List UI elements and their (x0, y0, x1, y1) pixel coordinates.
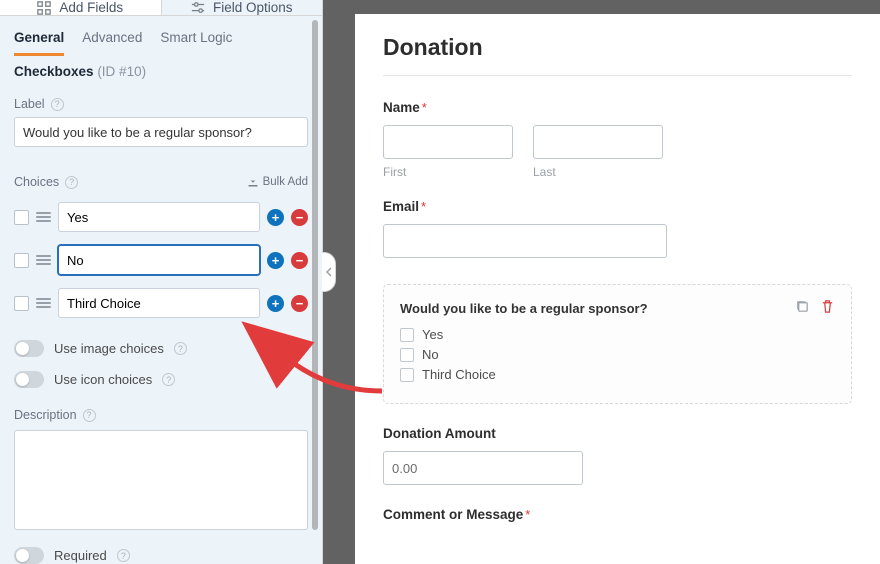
panel-top-tabs: Add Fields Field Options (0, 0, 322, 16)
panel-sub-tabs: General Advanced Smart Logic (0, 16, 322, 56)
bulk-add-button[interactable]: Bulk Add (247, 176, 308, 188)
checkbox-icon (400, 348, 414, 362)
field-label-input[interactable] (14, 117, 308, 147)
remove-choice-button[interactable]: − (291, 209, 308, 226)
use-image-toggle[interactable] (14, 340, 44, 357)
email-input[interactable] (383, 224, 667, 258)
required-label: Required (54, 548, 107, 563)
choice-row: + − (14, 245, 308, 275)
help-icon[interactable]: ? (162, 373, 175, 386)
checkbox-icon (400, 328, 414, 342)
first-name-input[interactable] (383, 125, 513, 159)
tab-general[interactable]: General (14, 24, 64, 56)
checkbox-option-label: Yes (422, 327, 443, 342)
description-label: Description (14, 408, 77, 422)
use-icon-label: Use icon choices (54, 372, 152, 387)
required-mark: * (422, 100, 427, 115)
help-icon[interactable]: ? (51, 98, 64, 111)
tab-field-options[interactable]: Field Options (162, 0, 323, 16)
checkbox-group-title: Would you like to be a regular sponsor? (400, 301, 648, 316)
use-icon-toggle[interactable] (14, 371, 44, 388)
checkbox-option[interactable]: Yes (400, 327, 835, 342)
choice-row: + − (14, 288, 308, 318)
last-sublabel: Last (533, 165, 663, 179)
tab-smart-logic[interactable]: Smart Logic (160, 24, 232, 56)
choice-default-checkbox[interactable] (14, 210, 29, 225)
collapse-panel-button[interactable] (322, 252, 336, 292)
tab-add-fields-label: Add Fields (59, 0, 123, 15)
help-icon[interactable]: ? (65, 176, 78, 189)
tab-add-fields[interactable]: Add Fields (0, 0, 162, 16)
drag-handle-icon[interactable] (36, 298, 51, 308)
required-mark: * (421, 199, 426, 214)
field-type-name: Checkboxes (14, 64, 94, 79)
amount-input[interactable] (383, 451, 583, 485)
choice-default-checkbox[interactable] (14, 253, 29, 268)
remove-choice-button[interactable]: − (291, 252, 308, 269)
use-image-label: Use image choices (54, 341, 164, 356)
sliders-icon (191, 1, 205, 15)
download-icon (247, 176, 259, 188)
preview-pane: Donation Name* First Last Email* (323, 0, 880, 564)
label-text: Label (14, 97, 45, 111)
checkbox-option-label: Third Choice (422, 367, 496, 382)
checkbox-option[interactable]: Third Choice (400, 367, 835, 382)
tab-field-options-label: Field Options (213, 0, 293, 15)
name-label: Name (383, 100, 420, 115)
choice-input[interactable] (58, 202, 260, 232)
field-type-row: Checkboxes (ID #10) (0, 56, 322, 83)
choice-input[interactable] (58, 245, 260, 275)
add-choice-button[interactable]: + (267, 295, 284, 312)
choice-default-checkbox[interactable] (14, 296, 29, 311)
help-icon[interactable]: ? (174, 342, 187, 355)
form-title: Donation (383, 34, 852, 61)
comment-label: Comment or Message (383, 507, 523, 522)
divider (383, 75, 852, 76)
checkbox-field-preview[interactable]: Would you like to be a regular sponsor? … (383, 284, 852, 404)
add-choice-button[interactable]: + (267, 209, 284, 226)
label-header: Label ? (14, 97, 308, 111)
field-options-panel: Add Fields Field Options General Advance… (0, 0, 323, 564)
remove-choice-button[interactable]: − (291, 295, 308, 312)
bulk-add-label: Bulk Add (263, 176, 308, 188)
required-toggle[interactable] (14, 547, 44, 564)
chevron-left-icon (325, 267, 333, 277)
email-label: Email (383, 199, 419, 214)
choice-input[interactable] (58, 288, 260, 318)
checkbox-option-label: No (422, 347, 439, 362)
panel-scrollbar[interactable] (312, 20, 318, 530)
choices-label: Choices (14, 175, 59, 189)
amount-label: Donation Amount (383, 426, 852, 441)
delete-icon[interactable] (820, 299, 835, 317)
duplicate-icon[interactable] (795, 299, 810, 317)
drag-handle-icon[interactable] (36, 212, 51, 222)
first-sublabel: First (383, 165, 513, 179)
help-icon[interactable]: ? (83, 409, 96, 422)
description-input[interactable] (14, 430, 308, 530)
add-choice-button[interactable]: + (267, 252, 284, 269)
help-icon[interactable]: ? (117, 549, 130, 562)
tab-advanced[interactable]: Advanced (82, 24, 142, 56)
choice-row: + − (14, 202, 308, 232)
last-name-input[interactable] (533, 125, 663, 159)
required-mark: * (525, 507, 530, 522)
checkbox-option[interactable]: No (400, 347, 835, 362)
field-id: (ID #10) (97, 64, 146, 79)
drag-handle-icon[interactable] (36, 255, 51, 265)
grid-icon (37, 1, 51, 15)
checkbox-icon (400, 368, 414, 382)
